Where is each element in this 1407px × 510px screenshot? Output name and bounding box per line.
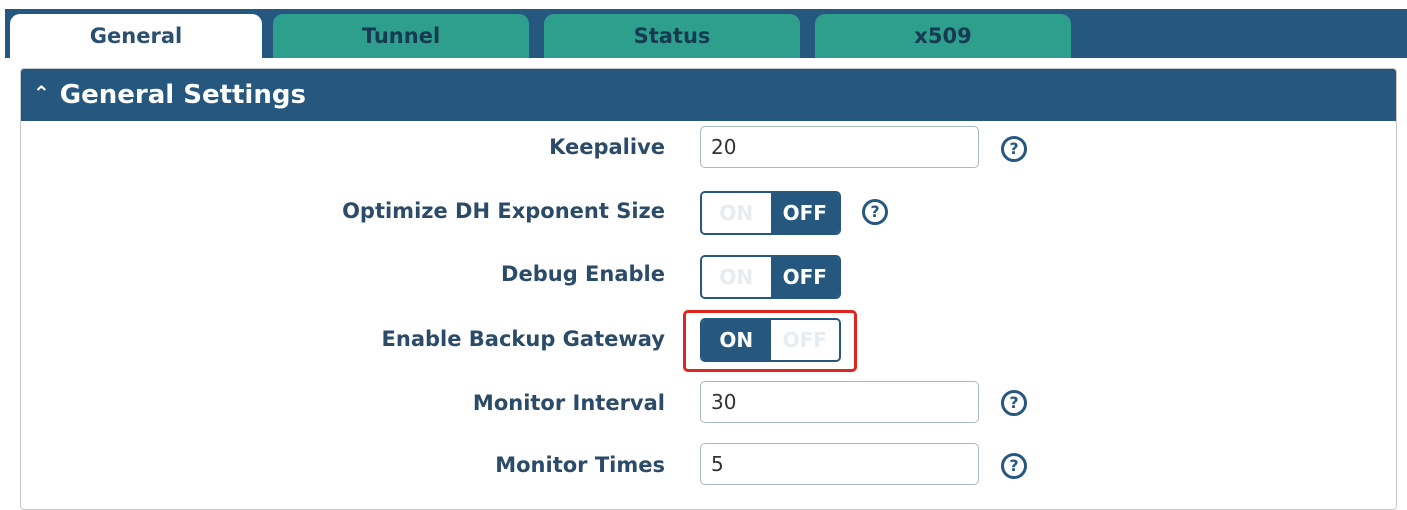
panel-header[interactable]: ⌃ General Settings [21,69,1396,121]
keepalive-help-icon[interactable]: ? [1001,136,1027,162]
toggle-on-option[interactable]: ON [702,193,771,233]
toggle-on-option[interactable]: ON [702,257,771,297]
keepalive-input[interactable]: 20 [700,126,979,168]
monitor-times-label: Monitor Times [495,453,665,477]
panel-title: General Settings [59,80,306,110]
monitor-times-input[interactable]: 5 [700,443,979,485]
backup-gateway-toggle[interactable]: ON OFF [700,318,841,362]
chevron-up-icon[interactable]: ⌃ [33,83,50,103]
monitor-interval-input[interactable]: 30 [700,381,979,423]
toggle-off-option[interactable]: OFF [770,320,839,360]
optimize-dh-toggle[interactable]: ON OFF [700,191,841,235]
backup-gateway-label: Enable Backup Gateway [381,327,665,351]
monitor-interval-help-icon[interactable]: ? [1001,390,1027,416]
toggle-on-option[interactable]: ON [702,320,771,360]
tab-tunnel[interactable]: Tunnel [273,14,529,58]
optimize-dh-label: Optimize DH Exponent Size [342,199,665,223]
tab-status[interactable]: Status [544,14,800,58]
monitor-interval-label: Monitor Interval [472,391,665,415]
toggle-off-option[interactable]: OFF [770,193,839,233]
tab-x509[interactable]: x509 [815,14,1071,58]
monitor-times-help-icon[interactable]: ? [1001,453,1027,479]
debug-enable-toggle[interactable]: ON OFF [700,255,841,299]
tab-general[interactable]: General [10,14,262,58]
debug-enable-label: Debug Enable [501,262,665,286]
toggle-off-option[interactable]: OFF [770,257,839,297]
tab-bar: General Tunnel Status x509 [5,9,1407,58]
keepalive-label: Keepalive [549,135,665,159]
optimize-dh-help-icon[interactable]: ? [862,199,888,225]
